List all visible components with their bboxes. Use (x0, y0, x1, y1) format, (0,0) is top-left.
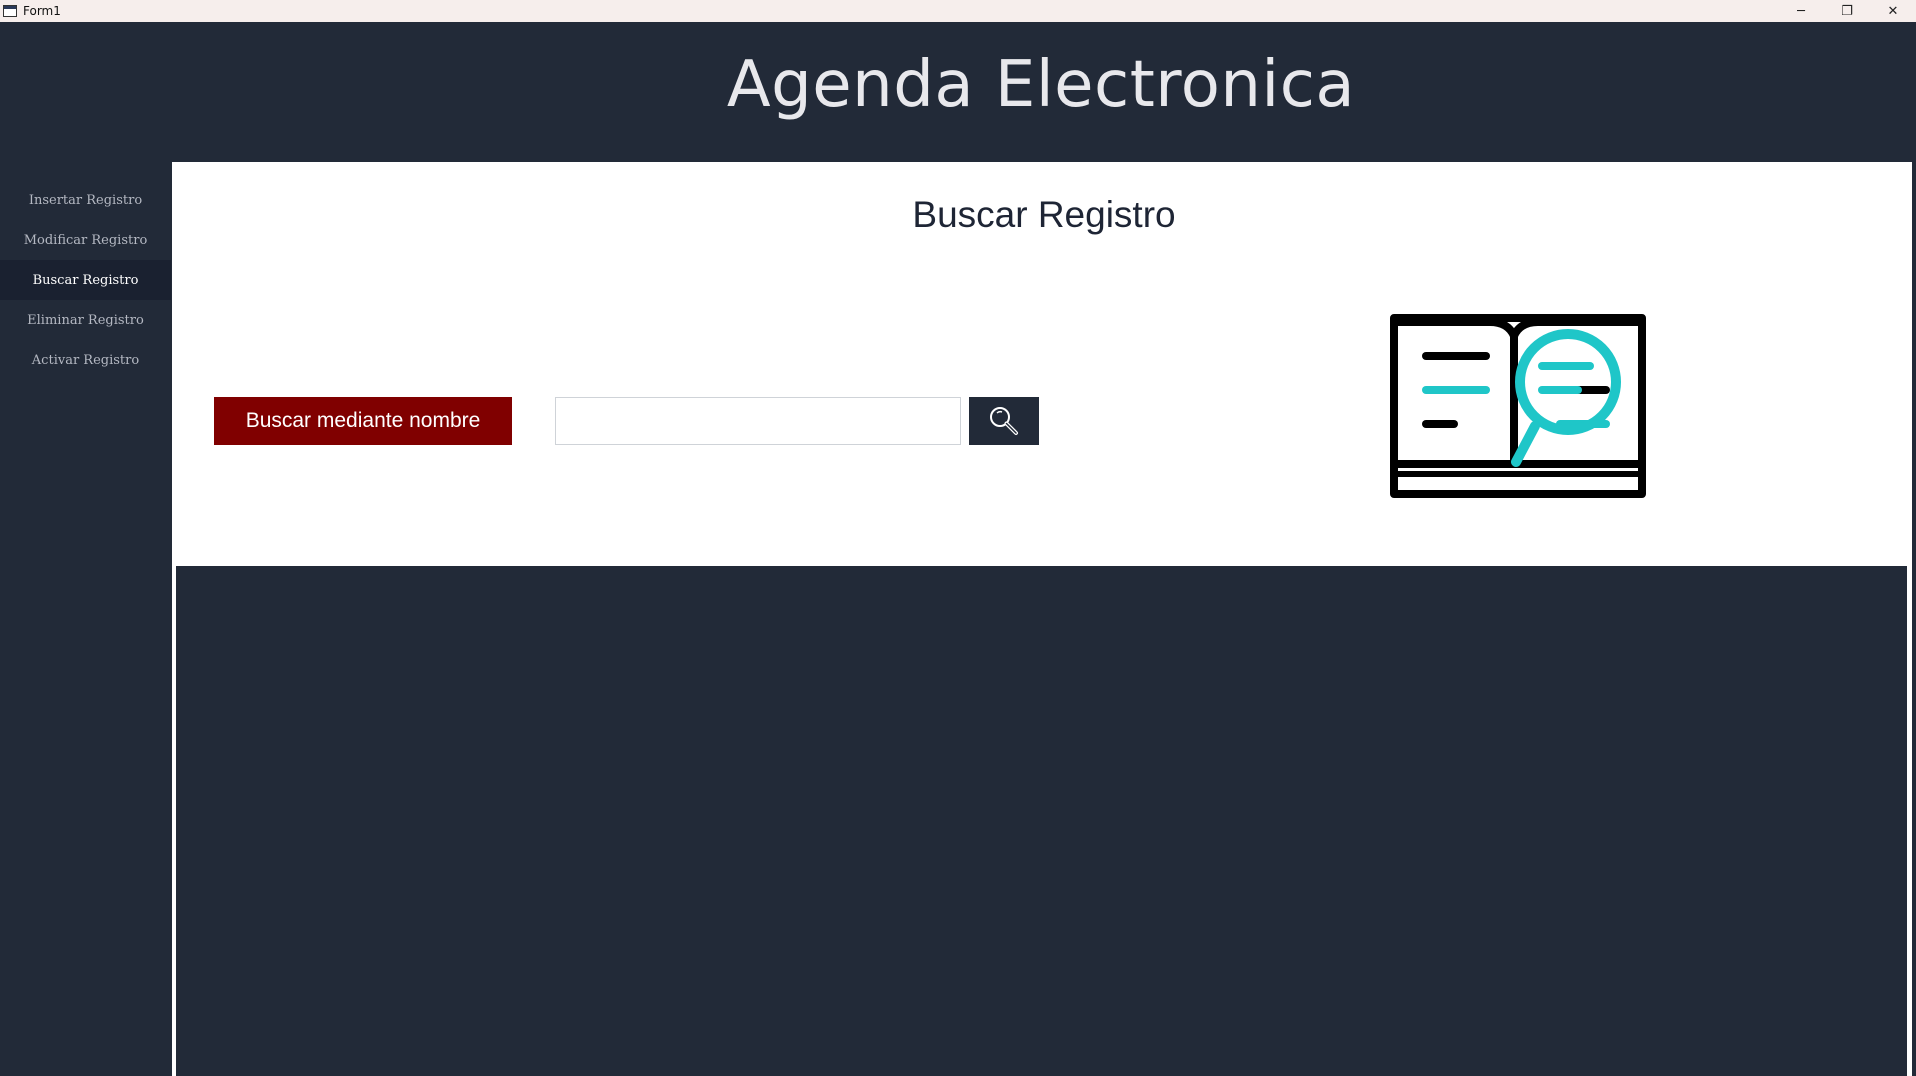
results-grid[interactable] (176, 566, 1907, 1076)
minimize-button[interactable]: ─ (1778, 0, 1824, 22)
sidebar-item-insertar[interactable]: Insertar Registro (0, 180, 171, 220)
restore-button[interactable]: ❐ (1824, 0, 1870, 22)
search-input[interactable] (555, 397, 961, 445)
app-icon (3, 5, 17, 17)
close-button[interactable]: ✕ (1870, 0, 1916, 22)
magnifier-icon (990, 407, 1018, 435)
app-title: Agenda Electronica (726, 48, 1356, 122)
window-titlebar: Form1 ─ ❐ ✕ (0, 0, 1916, 22)
sidebar-item-eliminar[interactable]: Eliminar Registro (0, 300, 171, 340)
sidebar-item-modificar[interactable]: Modificar Registro (0, 220, 171, 260)
search-by-name-button[interactable]: Buscar mediante nombre (214, 397, 512, 445)
book-search-icon (1390, 314, 1646, 498)
sidebar: Insertar Registro Modificar Registro Bus… (0, 162, 171, 1076)
search-button[interactable] (969, 397, 1039, 445)
sidebar-item-activar[interactable]: Activar Registro (0, 340, 171, 380)
app-header: Agenda Electronica (0, 22, 1916, 162)
window-controls: ─ ❐ ✕ (1778, 0, 1916, 22)
page-title: Buscar Registro (912, 194, 1176, 235)
window-title: Form1 (23, 4, 61, 18)
sidebar-item-buscar[interactable]: Buscar Registro (0, 260, 171, 300)
